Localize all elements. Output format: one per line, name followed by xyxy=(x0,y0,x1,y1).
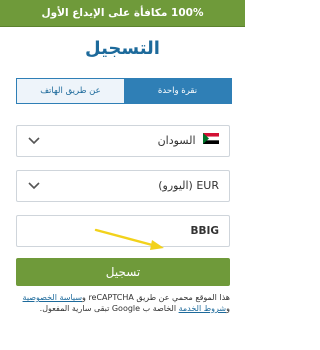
arrow-annotation-icon xyxy=(94,228,164,250)
sudan-flag-icon xyxy=(203,126,219,156)
terms-of-service-link[interactable]: شروط الخدمة xyxy=(179,304,227,313)
registration-tabs: عن طريق الهاتف نقرة واحدة xyxy=(16,78,232,104)
note-text-2: و xyxy=(226,304,230,313)
chevron-down-icon xyxy=(28,137,40,145)
currency-label: EUR (اليورو) xyxy=(158,179,219,192)
country-value: السودان xyxy=(158,126,219,156)
note-text-1: هذا الموقع محمي عن طريق reCAPTCHA و xyxy=(82,293,230,302)
register-button[interactable]: تسجيل xyxy=(16,258,230,286)
note-text-3: الخاصة ب Google تبقى سارية المفعول. xyxy=(39,304,179,313)
currency-select[interactable]: EUR (اليورو) xyxy=(16,170,230,202)
country-select[interactable]: السودان xyxy=(16,125,230,157)
country-label: السودان xyxy=(157,134,196,147)
bonus-banner: 100% مكافأة على الإيداع الأول xyxy=(0,0,245,27)
recaptcha-note: هذا الموقع محمي عن طريق reCAPTCHA وسياسة… xyxy=(16,292,230,314)
tab-by-phone[interactable]: عن طريق الهاتف xyxy=(17,79,124,103)
chevron-down-icon xyxy=(28,182,40,190)
tab-one-click[interactable]: نقرة واحدة xyxy=(124,79,231,103)
page-title: التسجيل xyxy=(85,38,160,59)
privacy-policy-link[interactable]: سياسة الخصوصية xyxy=(23,293,82,302)
